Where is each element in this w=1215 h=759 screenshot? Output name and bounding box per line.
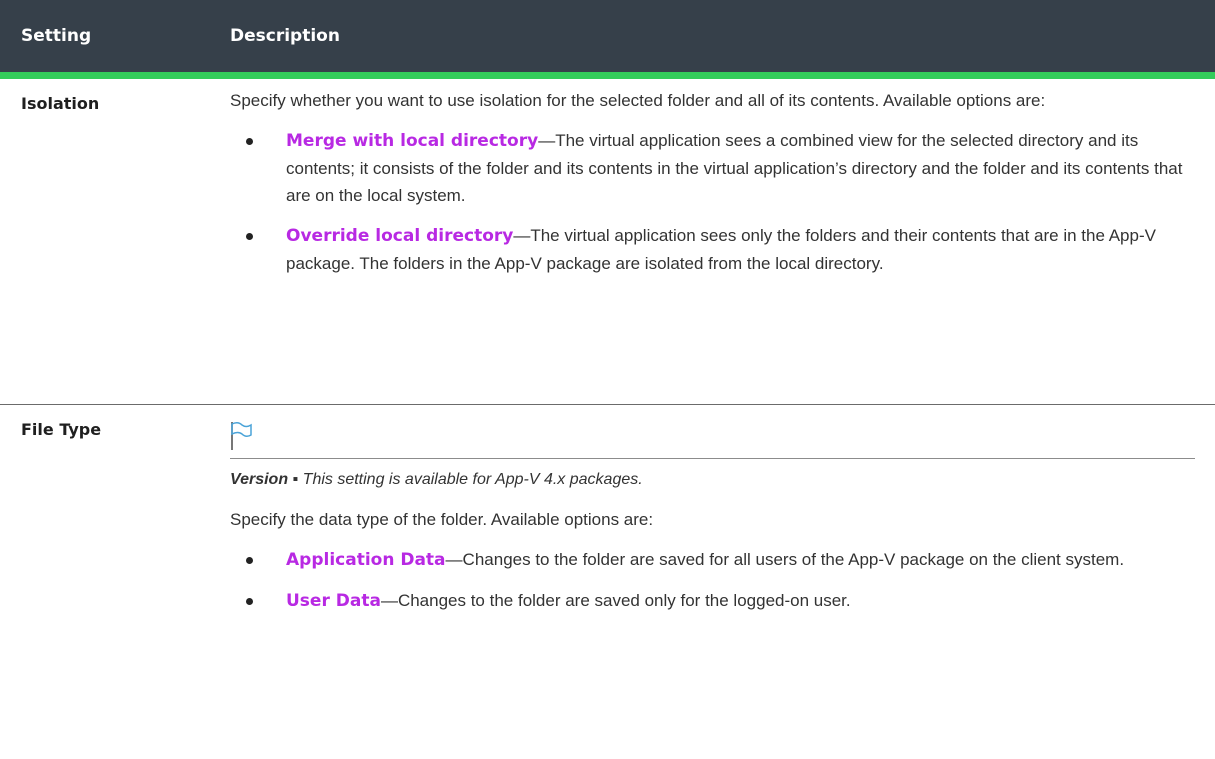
version-note: Version ▪ This setting is available for … [230,466,1195,493]
option-link-merge[interactable]: Merge with local directory [286,131,538,151]
list-item: Merge with local directory—The virtual a… [230,127,1195,209]
table-row: Isolation Specify whether you want to us… [0,79,1215,405]
list-item: User Data—Changes to the folder are save… [230,587,1195,615]
description-intro: Specify the data type of the folder. Ava… [230,510,654,529]
option-link-override[interactable]: Override local directory [286,226,513,246]
setting-description: Specify whether you want to use isolatio… [230,79,1215,404]
table-header: Setting Description [0,0,1215,79]
options-list: Application Data—Changes to the folder a… [230,546,1195,615]
option-text: —Changes to the folder are saved for all… [445,550,1125,569]
bullet-icon [246,138,253,145]
option-link-user-data[interactable]: User Data [286,591,381,611]
setting-name: File Type [21,420,102,439]
bullet-icon [246,233,253,240]
option-link-application-data[interactable]: Application Data [286,550,446,570]
header-description: Description [230,26,340,46]
version-text: This setting is available for App-V 4.x … [298,471,643,488]
list-item: Override local directory—The virtual app… [230,222,1195,277]
options-list: Merge with local directory—The virtual a… [230,127,1195,277]
setting-description: Version ▪ This setting is available for … [230,405,1215,759]
option-text: —Changes to the folder are saved only fo… [380,591,851,610]
setting-name: Isolation [21,94,100,113]
list-item: Application Data—Changes to the folder a… [230,546,1195,574]
description-intro: Specify whether you want to use isolatio… [230,91,1046,110]
settings-table: Setting Description Isolation Specify wh… [0,0,1215,759]
bullet-icon [246,557,253,564]
version-label: Version ▪ [230,471,299,488]
bullet-icon [246,598,253,605]
header-setting: Setting [21,26,92,46]
table-row: File Type Version ▪ This setting is avai… [0,405,1215,759]
version-note-header [230,419,1195,459]
flag-icon [231,421,252,450]
